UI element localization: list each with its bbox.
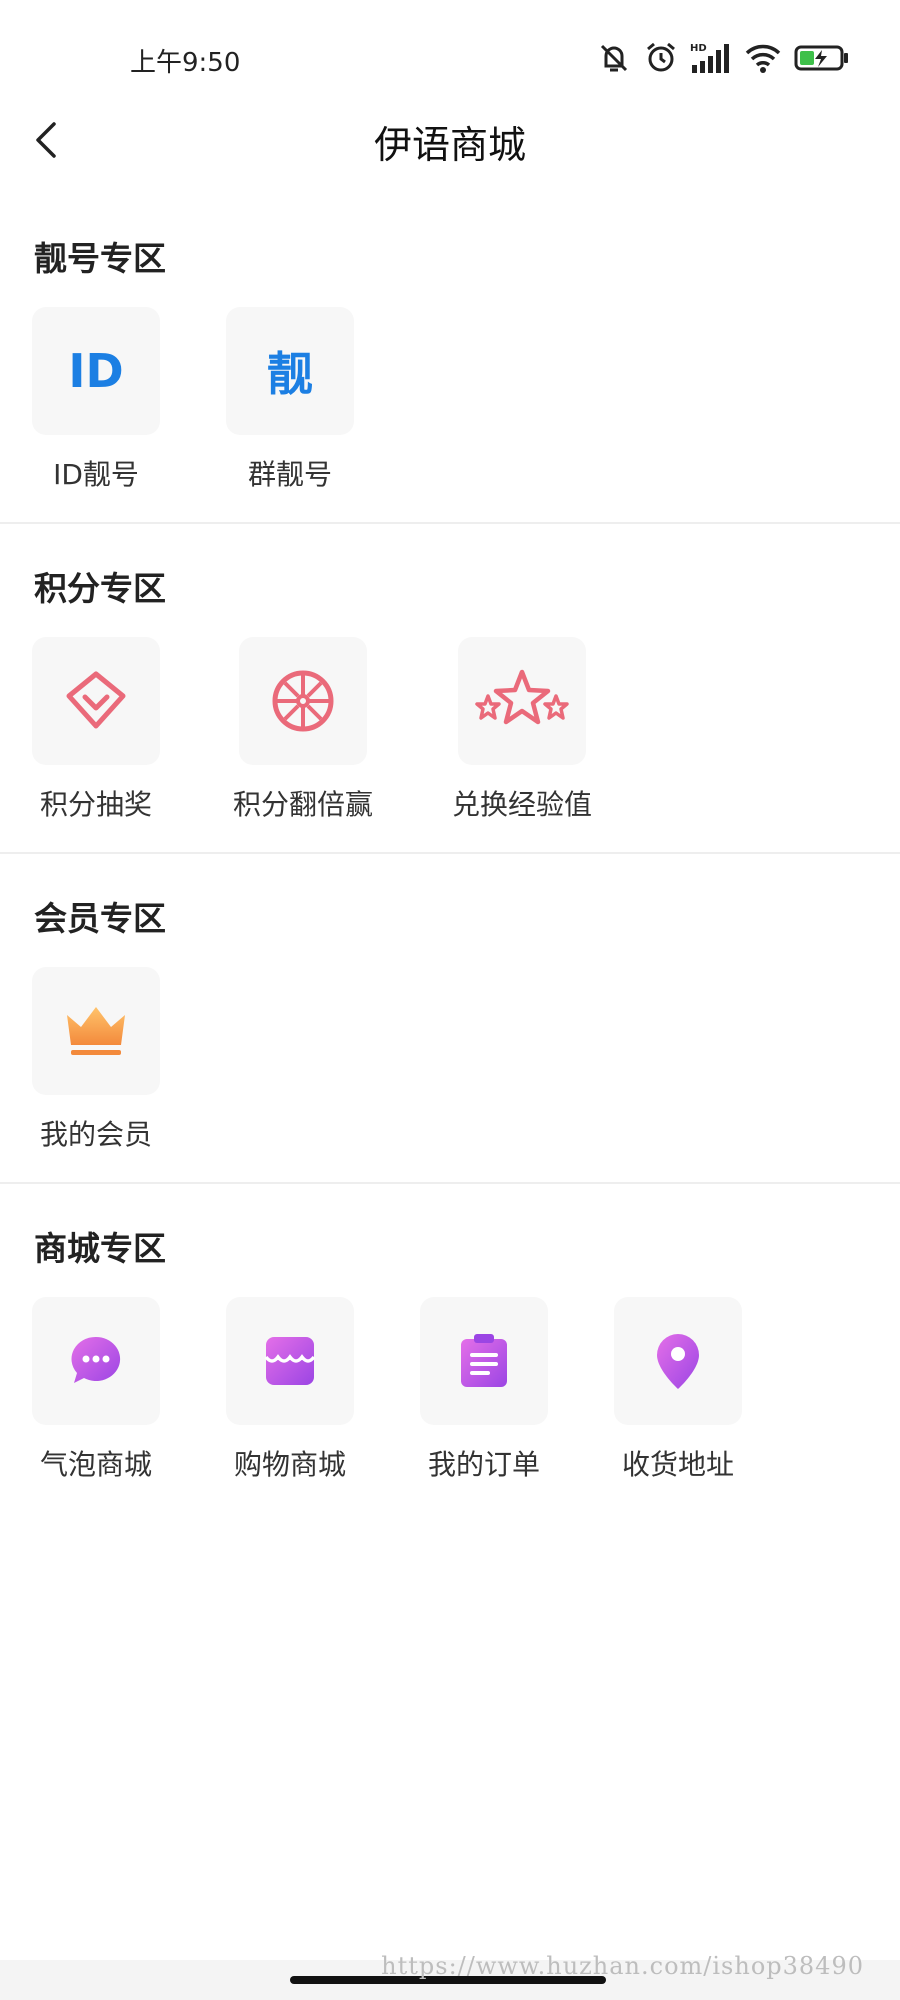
- item-label: 我的订单: [427, 1448, 540, 1481]
- wheel-icon: [272, 670, 334, 732]
- item-tile: [32, 967, 160, 1095]
- hd-label: HD: [690, 43, 707, 54]
- item-label: 群靓号: [247, 458, 332, 491]
- section-title: 商城专区: [34, 1229, 166, 1268]
- alarm-icon: [644, 41, 678, 75]
- item-label: 收货地址: [621, 1448, 734, 1481]
- item-tile: [32, 1297, 160, 1425]
- item-tile: ID: [32, 307, 160, 435]
- chat-bubble-icon: [71, 1336, 121, 1383]
- id-text-icon: ID: [68, 344, 124, 398]
- section-title: 靓号专区: [34, 239, 166, 278]
- watermark: https://www.huzhan.com/ishop38490: [381, 1952, 864, 1980]
- shipping-address-item[interactable]: 收货地址: [593, 1297, 763, 1483]
- liang-text-icon: 靓: [267, 347, 313, 401]
- exchange-exp-item[interactable]: 兑换经验值: [437, 637, 607, 823]
- item-label: 兑换经验值: [451, 788, 592, 821]
- battery-charging-icon: [794, 43, 850, 73]
- crown-icon: [67, 1007, 125, 1055]
- item-tile: [420, 1297, 548, 1425]
- hd-signal-icon: HD: [690, 41, 732, 75]
- item-label: 积分翻倍赢: [232, 788, 373, 821]
- item-label: ID靓号: [53, 458, 139, 491]
- item-tile: 靓: [226, 307, 354, 435]
- clipboard-icon: [461, 1334, 507, 1387]
- location-pin-icon: [657, 1334, 699, 1389]
- item-tile: [614, 1297, 742, 1425]
- diamond-icon: [66, 671, 126, 729]
- mute-bell-icon: [596, 40, 632, 76]
- shop-icon: [264, 1337, 316, 1385]
- shop-page: 上午9:50 HD 伊语商城 靓号专区 ID ID靓号 靓 群靓号 积分专区 积…: [0, 0, 900, 2000]
- points-double-item[interactable]: 积分翻倍赢: [218, 637, 388, 823]
- shopping-mall-item[interactable]: 购物商城: [205, 1297, 375, 1483]
- wifi-icon: [744, 42, 782, 74]
- item-label: 我的会员: [39, 1118, 152, 1151]
- bubble-mall-item[interactable]: 气泡商城: [11, 1297, 181, 1483]
- item-tile: [239, 637, 367, 765]
- item-tile: [32, 637, 160, 765]
- status-time: 上午9:50: [130, 48, 241, 78]
- item-label: 购物商城: [233, 1448, 346, 1481]
- divider: [0, 522, 900, 524]
- item-label: 积分抽奖: [39, 788, 152, 821]
- status-icons: HD: [596, 40, 850, 76]
- section-title: 积分专区: [34, 569, 166, 608]
- my-member-item[interactable]: 我的会员: [11, 967, 181, 1153]
- item-tile: [226, 1297, 354, 1425]
- section-title: 会员专区: [34, 899, 166, 938]
- divider: [0, 1182, 900, 1184]
- points-lottery-item[interactable]: 积分抽奖: [11, 637, 181, 823]
- page-title: 伊语商城: [373, 123, 526, 167]
- item-label: 气泡商城: [39, 1448, 152, 1481]
- stars-icon: [475, 669, 569, 725]
- item-tile: [458, 637, 586, 765]
- header: 伊语商城: [0, 100, 900, 180]
- group-liang-hao-item[interactable]: 靓 群靓号: [205, 307, 375, 493]
- my-orders-item[interactable]: 我的订单: [399, 1297, 569, 1483]
- id-liang-hao-item[interactable]: ID ID靓号: [11, 307, 181, 493]
- divider: [0, 852, 900, 854]
